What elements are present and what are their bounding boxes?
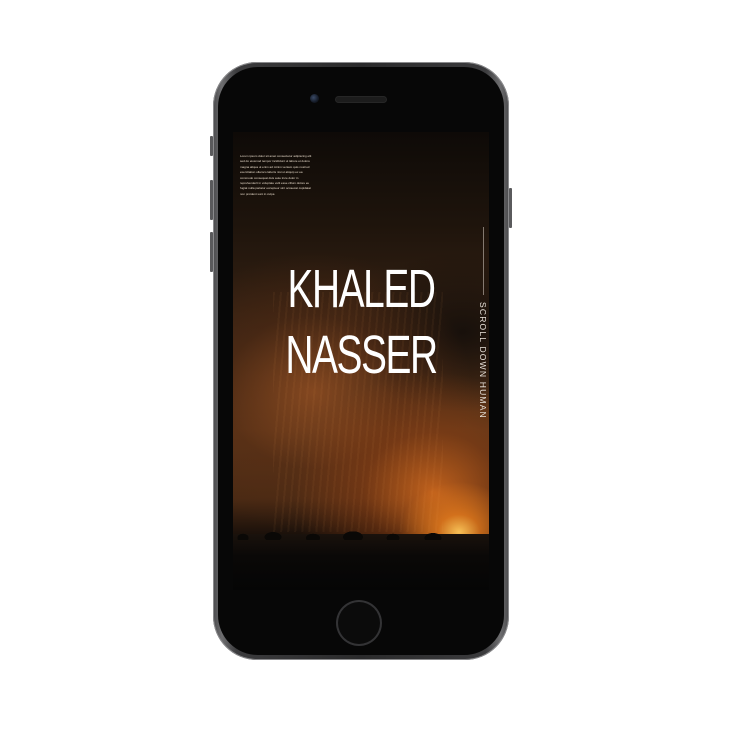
stage: Lorem ipsum dolor sit amet consectetur a… [0, 0, 740, 740]
power-button[interactable] [509, 188, 512, 228]
home-button-icon[interactable] [338, 602, 380, 644]
hero-title-line-2: NASSER [285, 325, 438, 385]
ground-silhouette [233, 534, 489, 590]
hero-title: KHALED NASSER [233, 256, 489, 388]
front-camera-icon [310, 94, 319, 103]
hero-title-line-1: KHALED [287, 259, 436, 319]
phone-screen[interactable]: Lorem ipsum dolor sit amet consectetur a… [233, 132, 489, 590]
scroll-rule-line [483, 227, 484, 295]
earpiece-icon [336, 97, 386, 102]
tree-line [233, 528, 489, 540]
intro-paragraph: Lorem ipsum dolor sit amet consectetur a… [240, 154, 312, 196]
scroll-down-hint[interactable]: SCROLL DOWN HUMAN [476, 302, 488, 472]
